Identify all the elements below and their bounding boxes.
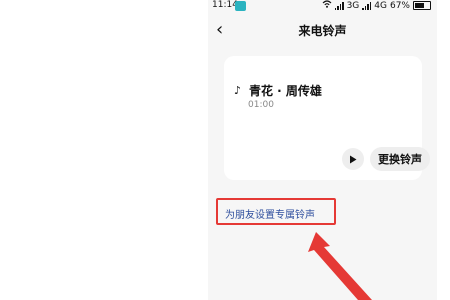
phone-screen: 11:14 3G 4G 67% ‹ 来电铃声 ♪ 青花 · 周传雄 01:00 … — [208, 0, 437, 300]
left-margin — [0, 0, 208, 300]
red-arrow-annotation — [308, 232, 372, 300]
right-margin — [437, 0, 450, 300]
